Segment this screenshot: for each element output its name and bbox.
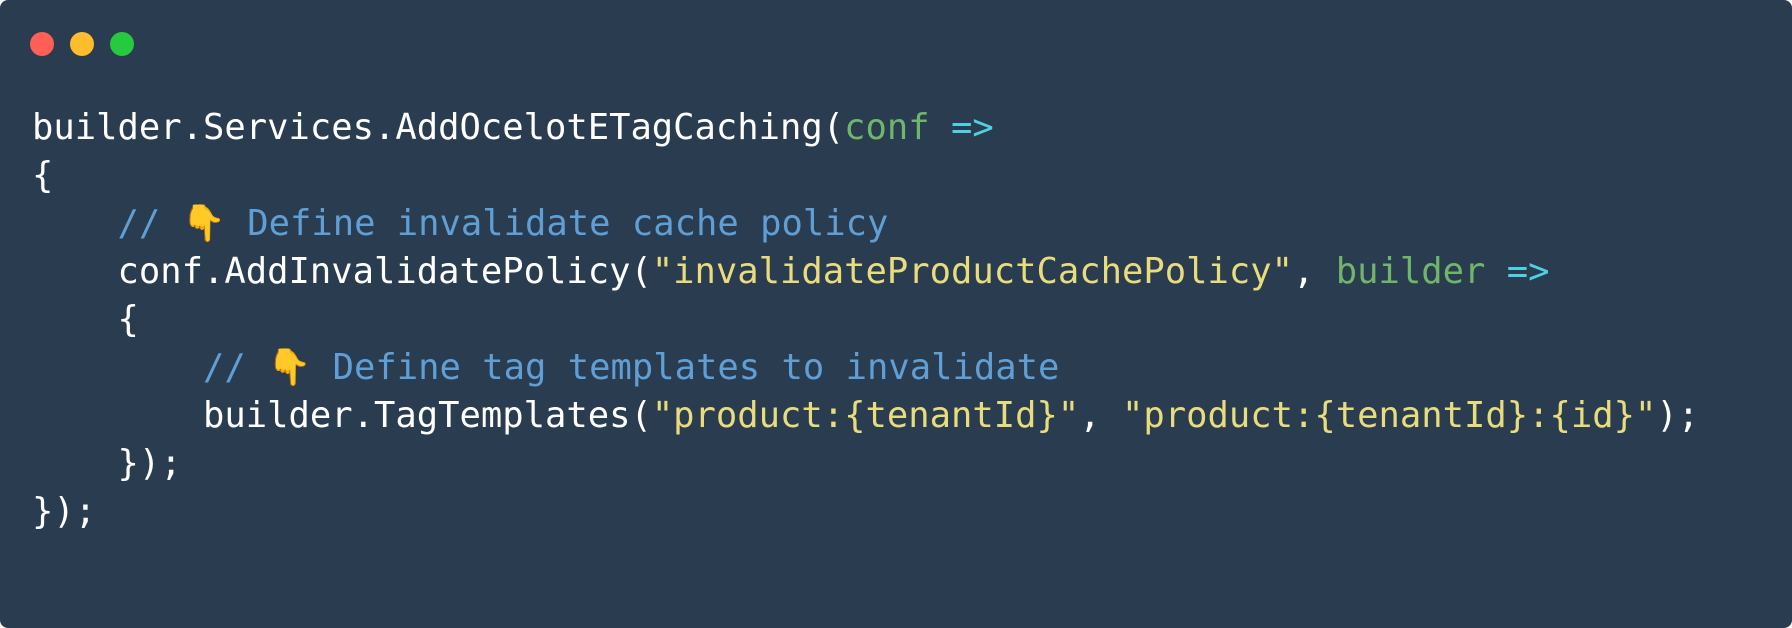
code-token: Define tag templates to invalidate [311,347,1060,388]
close-window-dot-icon[interactable] [30,32,54,56]
code-token: conf.AddInvalidatePolicy( [32,251,652,292]
code-block: builder.Services.AddOcelotETagCaching(co… [32,104,1699,536]
code-window: builder.Services.AddOcelotETagCaching(co… [0,0,1792,628]
code-line: // 👇 Define invalidate cache policy [32,200,1699,248]
minimize-window-dot-icon[interactable] [70,32,94,56]
code-token: "product:{tenantId}" [651,395,1080,436]
code-token: , [1079,395,1123,436]
code-token: builder [1335,251,1486,292]
code-token: { [32,155,54,196]
code-token: Define invalidate cache policy [225,203,889,244]
code-token: builder.Services.AddOcelotETagCaching( [32,107,845,148]
window-controls [30,32,134,56]
code-token: // [202,347,268,388]
code-line: // 👇 Define tag templates to invalidate [32,344,1699,392]
code-line: { [32,296,1699,344]
code-token: { [32,299,139,340]
code-line: { [32,152,1699,200]
code-line: builder.Services.AddOcelotETagCaching(co… [32,104,1699,152]
code-token: => [1506,251,1550,292]
maximize-window-dot-icon[interactable] [110,32,134,56]
code-line: conf.AddInvalidatePolicy("invalidateProd… [32,248,1699,296]
code-token: conf [844,107,930,148]
pointing-down-hand-icon: 👇 [181,203,226,244]
code-token: ); [1656,395,1700,436]
code-token: => [951,107,994,148]
code-line: builder.TagTemplates("product:{tenantId}… [32,392,1699,440]
code-token: builder.TagTemplates( [32,395,652,436]
code-token: }); [32,491,97,532]
code-token: }); [32,443,182,484]
code-token: "invalidateProductCachePolicy" [651,251,1293,292]
code-token: "product:{tenantId}:{id}" [1122,395,1657,436]
code-token: , [1293,251,1336,292]
pointing-down-hand-icon: 👇 [267,347,312,388]
code-line: }); [32,440,1699,488]
code-token: // [117,203,182,244]
code-line: }); [32,488,1699,536]
